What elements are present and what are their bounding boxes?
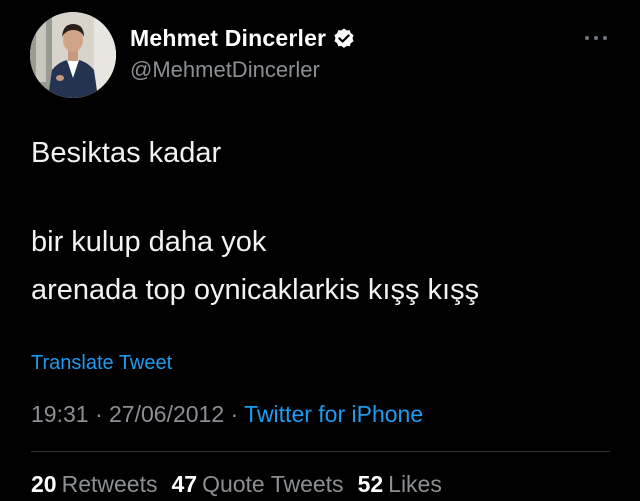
tweet-source-link[interactable]: Twitter for iPhone xyxy=(244,401,423,427)
retweets-count: 20 xyxy=(31,471,57,497)
more-options-icon[interactable] xyxy=(583,30,609,40)
likes-count: 52 xyxy=(357,471,384,497)
quote-tweets-count: 47 xyxy=(171,471,198,497)
engagement-stats: 20 Retweets 47 Quote Tweets 52 Likes xyxy=(31,471,456,498)
likes-label: Likes xyxy=(388,471,442,497)
verified-badge-icon xyxy=(332,27,356,51)
tweet-date[interactable]: 27/06/2012 xyxy=(109,401,224,427)
divider xyxy=(31,451,610,452)
likes-stat[interactable]: 52 Likes xyxy=(358,471,442,497)
meta-separator: · xyxy=(88,401,110,427)
translate-tweet-link[interactable]: Translate Tweet xyxy=(31,352,172,375)
profile-photo xyxy=(30,12,116,98)
author-display-name[interactable]: Mehmet Dincerler xyxy=(130,25,326,52)
tweet-timestamp-row: 19:31 · 27/06/2012 · Twitter for iPhone xyxy=(31,401,423,428)
tweet-time[interactable]: 19:31 xyxy=(31,401,89,427)
tweet-text-line: Besiktas kadar xyxy=(31,137,222,169)
quote-tweets-label: Quote Tweets xyxy=(202,471,344,497)
meta-separator: · xyxy=(224,401,245,427)
tweet-text-line: arenada top oynicaklarkis kışş kışş xyxy=(31,274,480,306)
author-handle[interactable]: @MehmetDincerler xyxy=(130,57,320,83)
author-name-row[interactable]: Mehmet Dincerler xyxy=(130,25,356,52)
avatar[interactable] xyxy=(30,12,116,98)
tweet-detail: Mehmet Dincerler @MehmetDincerler Besikt… xyxy=(0,0,640,501)
tweet-text-line: bir kulup daha yok xyxy=(31,226,267,258)
retweets-label: Retweets xyxy=(61,471,158,497)
retweets-stat[interactable]: 20 Retweets xyxy=(31,471,157,497)
quote-tweets-stat[interactable]: 47 Quote Tweets xyxy=(171,471,343,497)
